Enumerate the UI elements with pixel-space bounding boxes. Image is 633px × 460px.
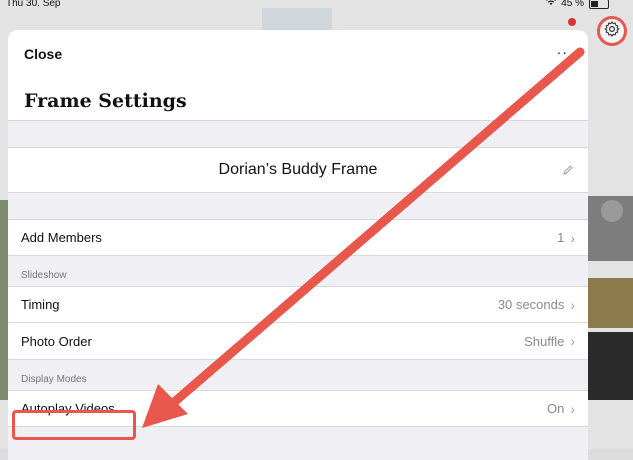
background-photo bbox=[588, 332, 633, 400]
timing-value: 30 seconds bbox=[497, 297, 565, 312]
timing-label: Timing bbox=[21, 297, 60, 312]
photo-order-row[interactable]: Photo Order Shuffle › bbox=[8, 323, 588, 360]
frame-name: Dorian’s Buddy Frame bbox=[218, 161, 378, 178]
close-button[interactable]: Close bbox=[24, 46, 62, 62]
settings-gear-button[interactable] bbox=[597, 16, 627, 46]
photo-order-label: Photo Order bbox=[21, 333, 92, 349]
pencil-icon[interactable] bbox=[562, 163, 574, 181]
chevron-right-icon: › bbox=[570, 333, 575, 349]
edit-circle-icon[interactable] bbox=[601, 200, 623, 222]
status-time: Thu 30. Sep bbox=[6, 0, 61, 9]
status-right: 45 % bbox=[546, 0, 609, 10]
timing-value-wrap: 30 seconds › bbox=[498, 297, 575, 313]
autoplay-videos-value: On bbox=[546, 401, 565, 416]
autoplay-highlight-box bbox=[12, 410, 136, 440]
more-menu-button[interactable]: ·· bbox=[557, 44, 568, 60]
timing-row[interactable]: Timing 30 seconds › bbox=[8, 286, 588, 323]
autoplay-value-wrap: On › bbox=[547, 401, 575, 417]
photo-order-value-wrap: Shuffle › bbox=[524, 333, 575, 349]
battery-icon bbox=[589, 0, 609, 9]
section-label-display-modes: Display Modes bbox=[21, 374, 87, 385]
page-title: Frame Settings bbox=[24, 90, 187, 112]
sheet-header: Close ·· Frame Settings bbox=[8, 30, 588, 121]
wifi-icon bbox=[546, 0, 557, 10]
add-members-value-wrap: 1 › bbox=[557, 230, 575, 246]
chevron-right-icon: › bbox=[570, 296, 575, 313]
background-photo bbox=[0, 200, 8, 400]
photo-order-value: Shuffle bbox=[524, 333, 565, 349]
add-members-count: 1 bbox=[557, 230, 565, 245]
add-members-label: Add Members bbox=[21, 230, 102, 245]
frame-name-row[interactable]: Dorian’s Buddy Frame bbox=[8, 147, 588, 193]
background-photo bbox=[588, 278, 633, 328]
add-members-row[interactable]: Add Members 1 › bbox=[8, 219, 588, 256]
battery-percent: 45 % bbox=[561, 0, 584, 9]
section-label-slideshow: Slideshow bbox=[21, 270, 67, 281]
frame-settings-sheet: Close ·· Frame Settings Dorian’s Buddy F… bbox=[8, 30, 588, 460]
gear-icon bbox=[603, 20, 621, 43]
notification-dot bbox=[568, 18, 576, 26]
status-bar: Thu 30. Sep 45 % bbox=[0, 0, 633, 12]
chevron-right-icon: › bbox=[570, 400, 575, 417]
chevron-right-icon: › bbox=[570, 229, 575, 246]
